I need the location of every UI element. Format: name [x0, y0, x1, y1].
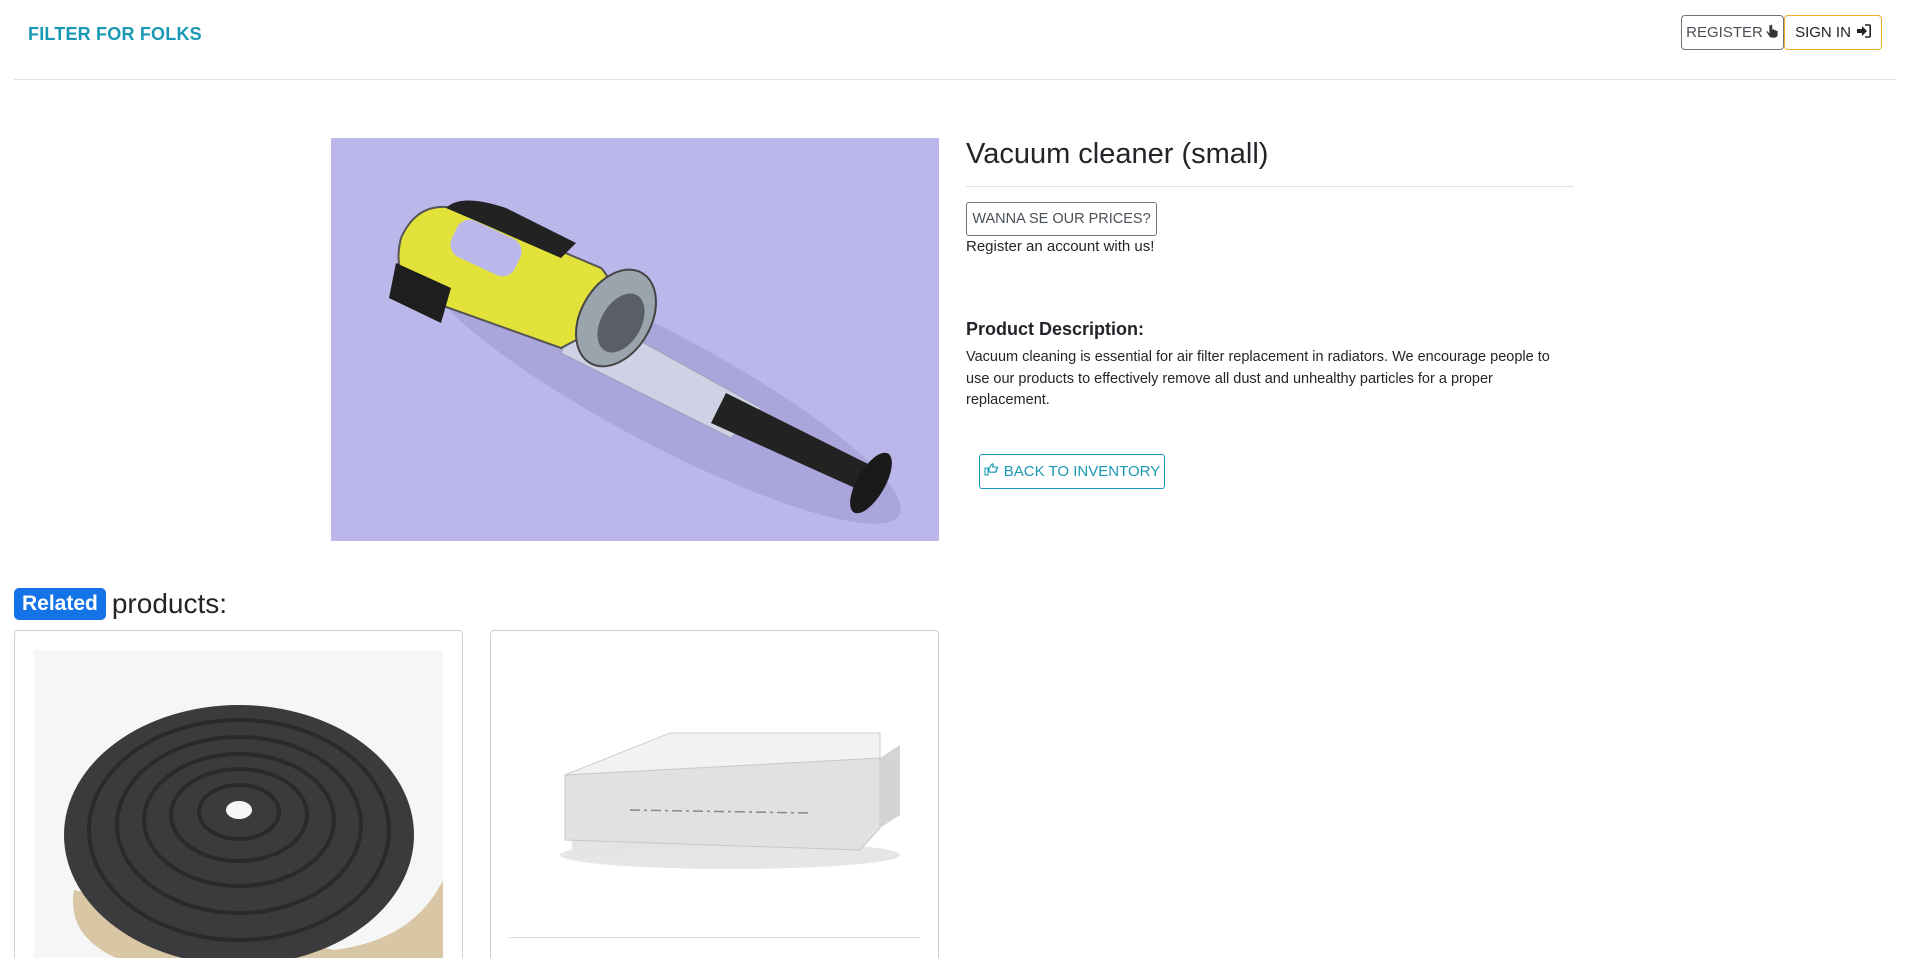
sign-in-label: SIGN IN — [1795, 24, 1851, 41]
related-product-card[interactable] — [490, 630, 939, 958]
hand-pointer-icon — [1765, 23, 1779, 43]
brand-link[interactable]: FILTER FOR FOLKS — [28, 24, 202, 45]
sign-in-icon — [1856, 23, 1871, 42]
top-navbar: FILTER FOR FOLKS — [14, 0, 1896, 80]
register-note: Register an account with us! — [966, 238, 1155, 255]
related-product-card[interactable] — [14, 630, 463, 958]
related-products-heading: Related products: — [14, 588, 227, 620]
related-product-image[interactable] — [34, 650, 443, 958]
product-description: Vacuum cleaning is essential for air fil… — [966, 349, 1550, 408]
related-badge: Related — [14, 588, 106, 620]
register-label: REGISTER — [1686, 24, 1763, 41]
title-divider — [966, 186, 1574, 187]
product-title: Vacuum cleaner (small) — [966, 138, 1269, 170]
product-image — [331, 138, 939, 541]
back-to-inventory-label: BACK TO INVENTORY — [1003, 463, 1161, 480]
card-divider — [509, 937, 920, 938]
sign-in-button[interactable]: SIGN IN — [1784, 15, 1882, 50]
see-prices-button[interactable]: WANNA SE OUR PRICES? — [966, 202, 1157, 236]
back-to-inventory-button[interactable]: BACK TO INVENTORY — [979, 454, 1165, 489]
related-product-image[interactable] — [510, 650, 919, 920]
hand-point-right-icon — [984, 463, 999, 480]
related-heading-text: products: — [111, 588, 228, 619]
register-button[interactable]: REGISTER — [1681, 15, 1784, 50]
description-heading: Product Description: — [966, 319, 1145, 339]
